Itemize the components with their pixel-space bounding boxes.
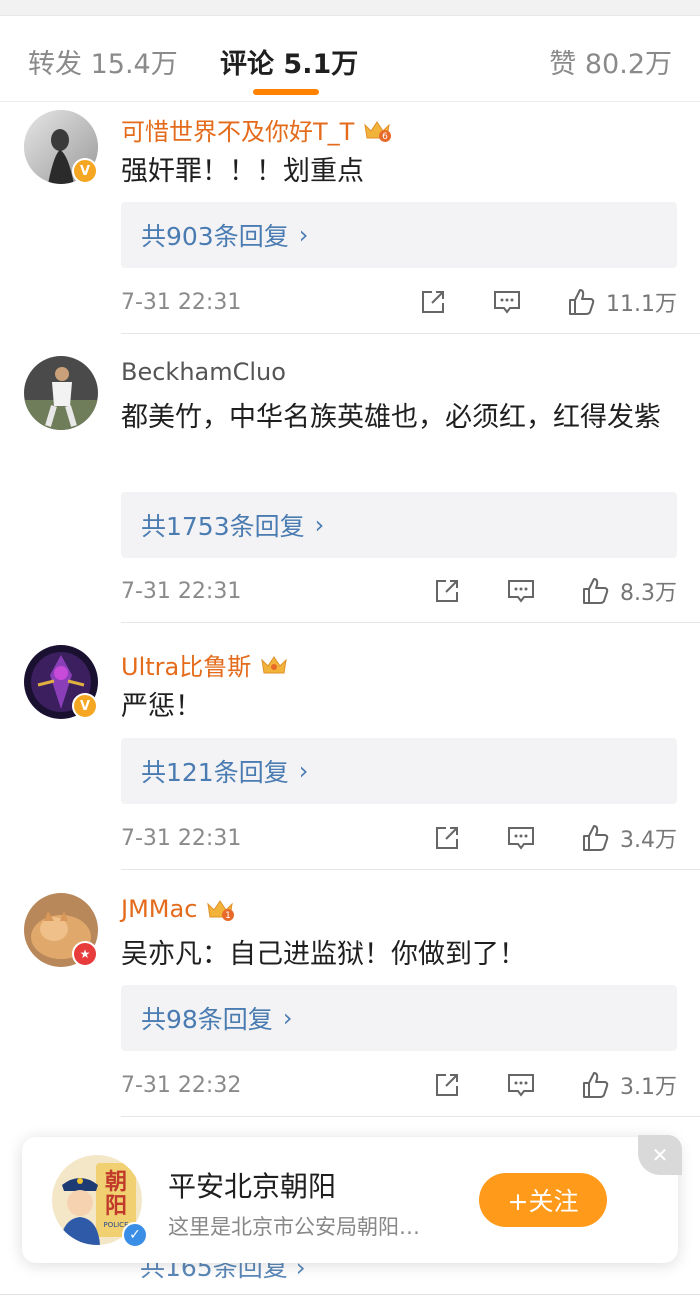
comment-text: 吴亦凡：自己进监狱！你做到了！: [121, 939, 526, 970]
share-icon[interactable]: [432, 823, 462, 853]
reply-icon[interactable]: [492, 287, 522, 317]
timestamp: 7-31 22:31: [121, 289, 242, 315]
tab-reposts-count: 15.4万: [90, 49, 178, 80]
divider: [121, 1116, 700, 1117]
account-description: 这里是北京市公安局朝阳…: [168, 1215, 420, 1239]
share-icon[interactable]: [418, 287, 448, 317]
tab-reposts[interactable]: 转发 15.4万: [28, 42, 178, 81]
close-icon[interactable]: ✕: [638, 1135, 682, 1175]
username[interactable]: Ultra比鲁斯: [121, 647, 289, 682]
comment-meta: 7-31 22:32 3.1万: [121, 1065, 677, 1105]
username[interactable]: JMMac 1: [121, 895, 235, 923]
vip-crown-icon: 6: [364, 120, 392, 142]
vip-crown-icon: [261, 655, 287, 673]
tab-bar: 转发 15.4万 评论 5.1万 赞 80.2万: [0, 16, 700, 102]
chevron-right-icon: ›: [298, 221, 309, 249]
comment-actions: 3.1万: [432, 1065, 677, 1105]
avatar-label-2: 阳: [105, 1194, 127, 1219]
vip-level: 1: [226, 911, 232, 921]
like-count: 8.3万: [620, 581, 677, 606]
username[interactable]: BeckhamCluo: [121, 358, 286, 386]
comment-meta: 7-31 22:31 8.3万: [121, 571, 677, 611]
vip-crown-icon: 1: [207, 900, 235, 921]
chevron-right-icon: ›: [298, 757, 309, 785]
username-text: Ultra比鲁斯: [121, 653, 252, 681]
username-text: JMMac: [121, 895, 198, 923]
comment-item: ★ JMMac 1 吴亦凡：自己进监狱！你做到了！ 共98条回复 › 7-31 …: [0, 893, 700, 1118]
top-status-strip: [0, 0, 700, 16]
timestamp: 7-31 22:31: [121, 578, 242, 604]
verified-badge: V: [72, 158, 98, 184]
like-icon[interactable]: [580, 576, 610, 606]
comment-text: 严惩！: [121, 691, 202, 722]
replies-count: 共903条回复: [141, 222, 289, 251]
divider: [121, 333, 700, 334]
active-tab-indicator: [253, 89, 319, 95]
replies-link[interactable]: 共121条回复 ›: [121, 738, 677, 804]
replies-link[interactable]: 共903条回复 ›: [121, 202, 677, 268]
comment-text: 都美竹，中华名族英雄也，必须红，红得发紫: [121, 402, 661, 433]
follow-button[interactable]: +关注: [479, 1173, 607, 1227]
vip-level: 6: [382, 132, 388, 142]
chevron-right-icon: ›: [282, 1004, 293, 1032]
divider: [121, 622, 700, 623]
tab-comments[interactable]: 评论 5.1万: [220, 42, 358, 81]
chevron-right-icon: ›: [314, 511, 325, 539]
comment-actions: 8.3万: [432, 571, 677, 611]
comment-item: V Ultra比鲁斯 严惩！ 共121条回复 › 7-31 22:31 3.4万: [0, 645, 700, 870]
verified-icon: ✓: [122, 1222, 148, 1248]
tab-likes[interactable]: 赞 80.2万: [549, 42, 672, 81]
avatar-label-1: 朝: [105, 1169, 127, 1195]
comment-item: V 可惜世界不及你好T_T 6 强奸罪！！！划重点 共903条回复 › 7-31…: [0, 110, 700, 335]
tab-likes-label: 赞: [549, 49, 577, 80]
comment-actions: 11.1万: [418, 282, 677, 322]
share-icon[interactable]: [432, 1070, 462, 1100]
username-text: 可惜世界不及你好T_T: [121, 118, 355, 146]
timestamp: 7-31 22:31: [121, 825, 242, 851]
replies-link[interactable]: 共1753条回复 ›: [121, 492, 677, 558]
follow-suggestion-card: 朝 阳 POLICE ✓ 平安北京朝阳 这里是北京市公安局朝阳… +关注 ✕: [22, 1135, 682, 1263]
verified-badge: V: [72, 693, 98, 719]
member-badge: ★: [72, 941, 98, 967]
tab-likes-count: 80.2万: [584, 49, 672, 80]
divider: [121, 869, 700, 870]
replies-link[interactable]: 共98条回复 ›: [121, 985, 677, 1051]
replies-count: 共1753条回复: [141, 512, 305, 541]
comment-item: BeckhamCluo 都美竹，中华名族英雄也，必须红，红得发紫 共1753条回…: [0, 356, 700, 621]
like-icon[interactable]: [580, 823, 610, 853]
reply-icon[interactable]: [506, 1070, 536, 1100]
comment-text: 强奸罪！！！划重点: [121, 156, 364, 187]
like-icon[interactable]: [580, 1070, 610, 1100]
bottom-divider: [0, 1294, 700, 1295]
reply-icon[interactable]: [506, 576, 536, 606]
username-text: BeckhamCluo: [121, 358, 286, 386]
replies-count: 共98条回复: [141, 1005, 273, 1034]
share-icon[interactable]: [432, 576, 462, 606]
tab-reposts-label: 转发: [28, 49, 82, 80]
username[interactable]: 可惜世界不及你好T_T 6: [121, 112, 392, 147]
replies-count: 共121条回复: [141, 758, 289, 787]
avatar[interactable]: [24, 356, 98, 430]
reply-icon[interactable]: [506, 823, 536, 853]
avatar-photo: [24, 356, 98, 430]
comment-meta: 7-31 22:31 3.4万: [121, 818, 677, 858]
like-icon[interactable]: [566, 287, 596, 317]
comment-actions: 3.4万: [432, 818, 677, 858]
timestamp: 7-31 22:32: [121, 1072, 242, 1098]
comment-meta: 7-31 22:31 11.1万: [121, 282, 677, 322]
like-count: 11.1万: [606, 292, 677, 317]
tab-comments-label: 评论: [220, 49, 274, 80]
like-count: 3.1万: [620, 1075, 677, 1100]
account-name[interactable]: 平安北京朝阳: [168, 1165, 336, 1205]
tab-comments-count: 5.1万: [283, 49, 359, 80]
like-count: 3.4万: [620, 828, 677, 853]
